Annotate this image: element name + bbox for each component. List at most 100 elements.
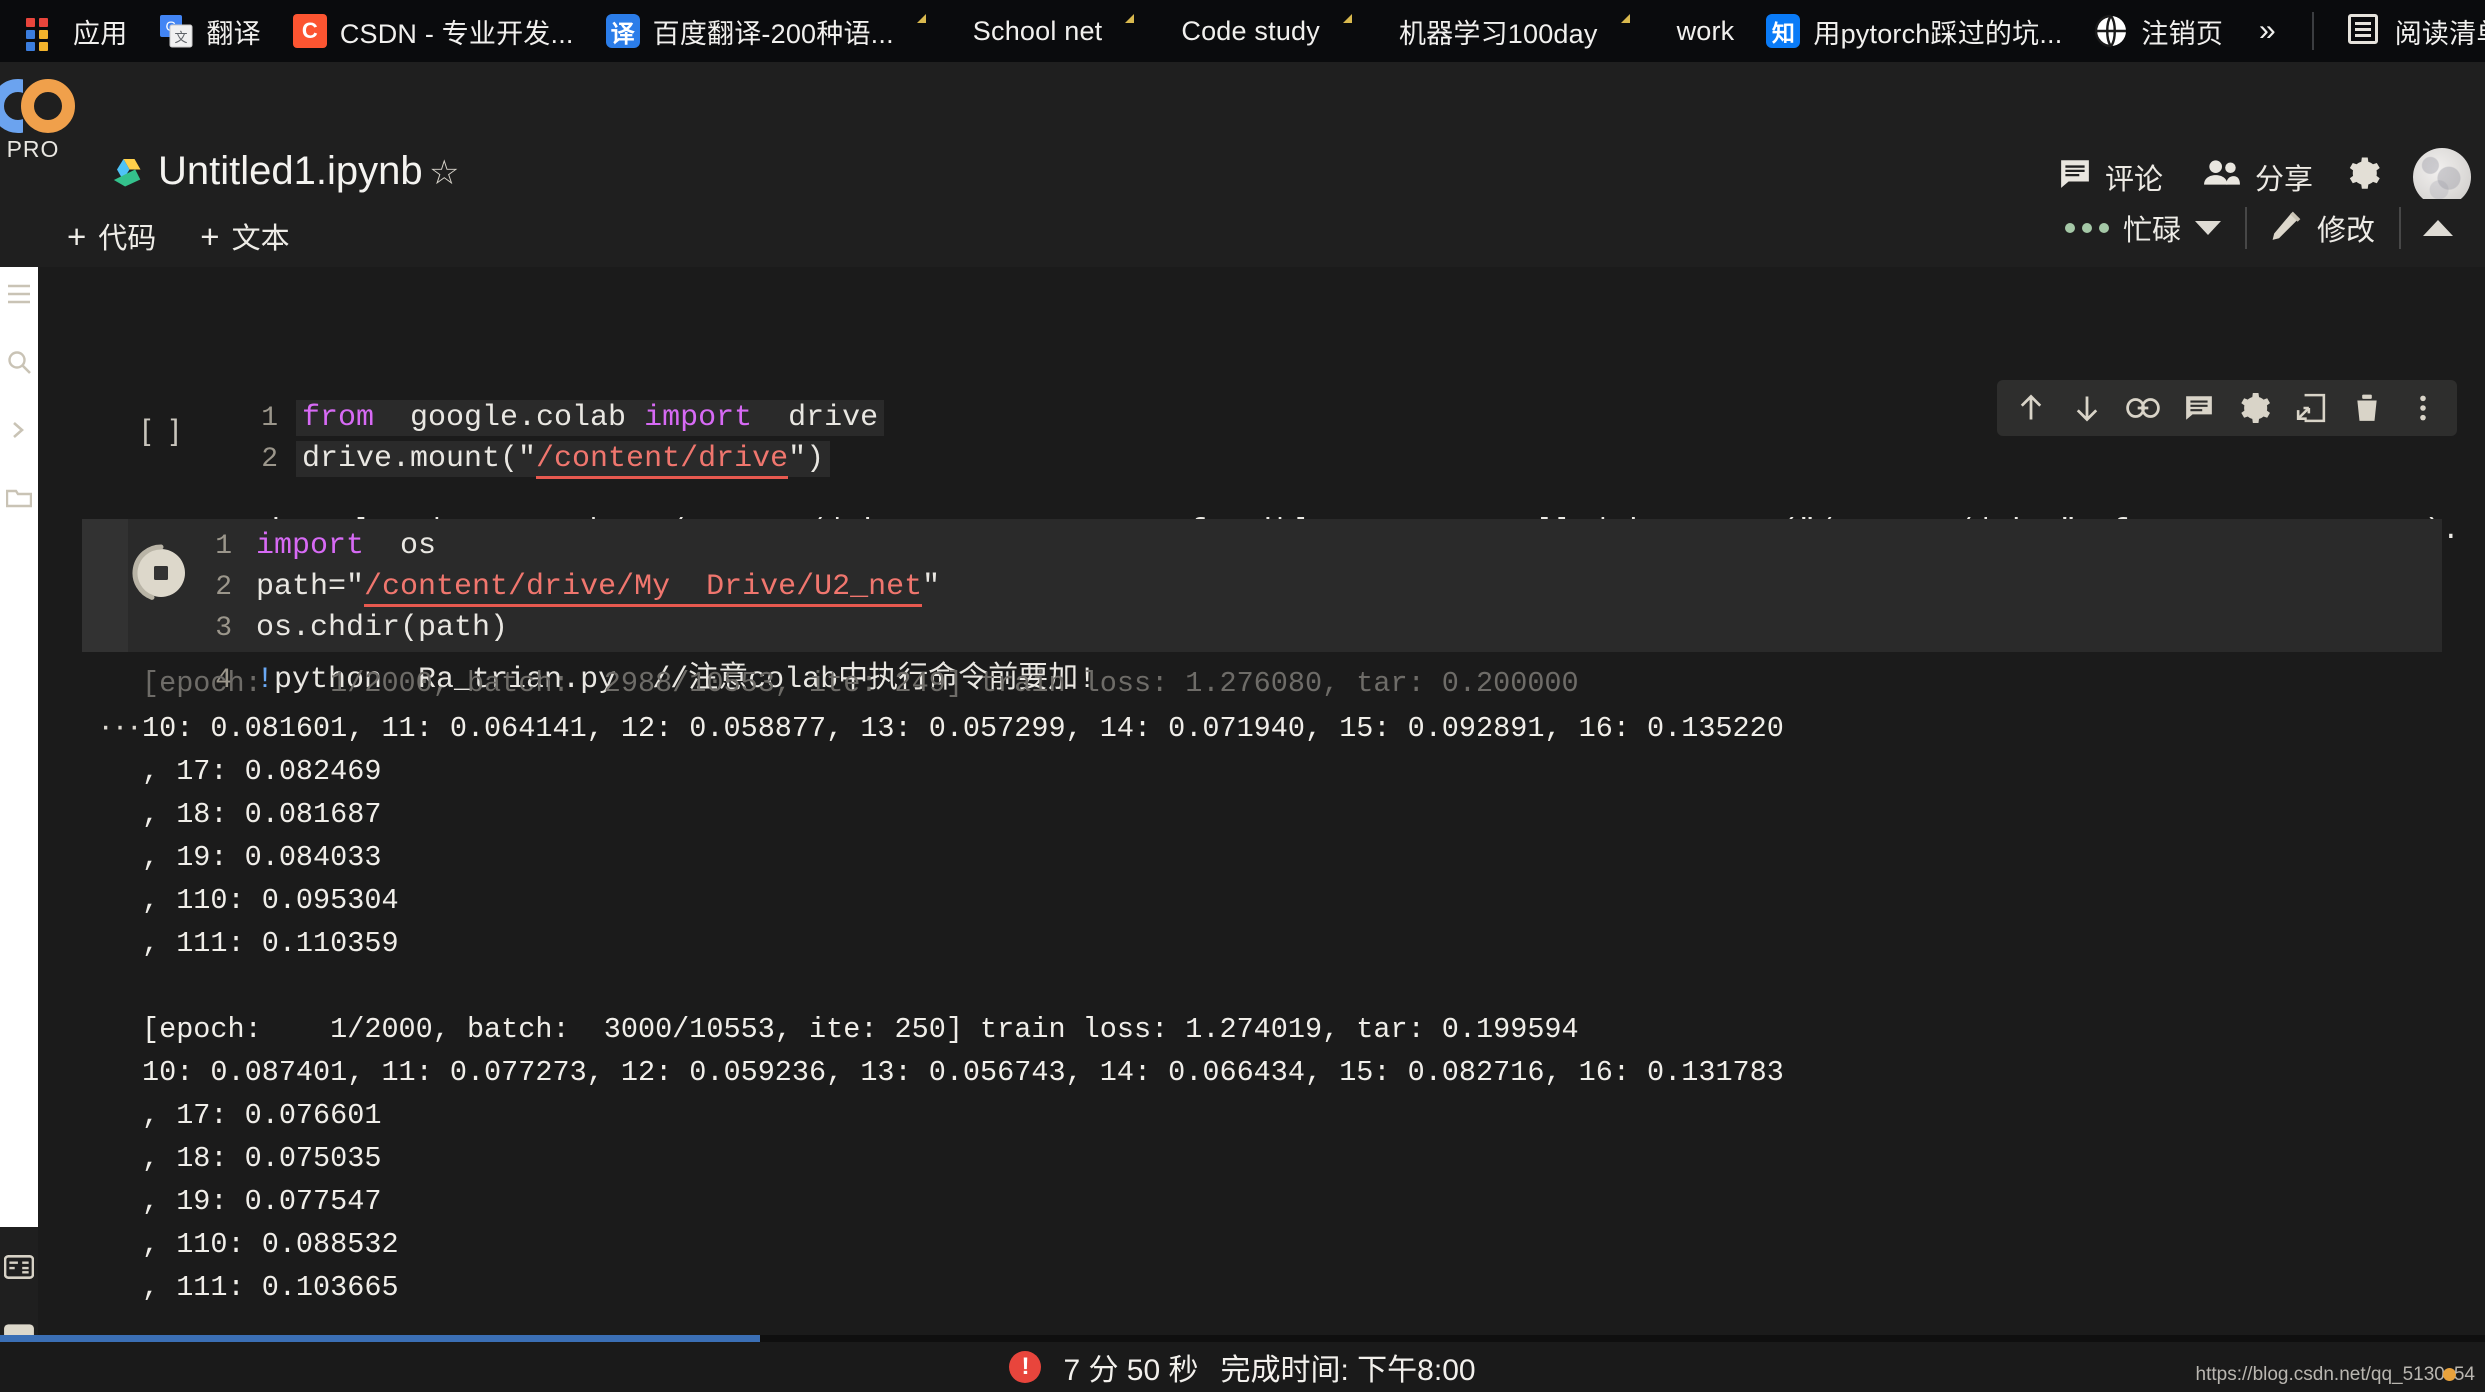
status-url-left: https://blog.csdn.net/qq_5130 [2195,1364,2445,1385]
line-number: 2 [215,572,232,603]
add-code-cell-button[interactable]: + 代码 [55,209,168,263]
line-number: 1 [215,531,232,562]
colab-pro-logo[interactable]: PRO [0,76,78,176]
line-number: 1 [261,403,278,434]
collapse-toolbar-button[interactable] [2401,220,2475,236]
code-line: 3 os.chdir(path) [186,610,1102,651]
share-button[interactable]: 分享 [2183,148,2333,206]
bookmark-label: School net [972,15,1103,46]
bookmark-ml100day[interactable]: 机器学习100day [1336,5,1614,57]
bookmark-csdn[interactable]: C CSDN - 专业开发... [277,5,590,57]
code-token: os [382,529,437,563]
colab-toolbar: + 代码 + 文本 忙碌 修改 [0,199,2485,267]
log-line: , 110: 0.095304 [142,884,399,917]
reading-list-icon [2347,14,2382,48]
finish-time: 完成时间: 下午8:00 [1220,1354,1476,1387]
edit-button[interactable]: 修改 [2247,207,2399,249]
add-cell-buttons: + 代码 + 文本 [55,209,302,263]
settings-button[interactable] [2333,148,2395,206]
cell-2-output-log: 10: 0.081601, 11: 0.064141, 12: 0.058877… [142,707,2482,1347]
cell-1-source[interactable]: 1 from google.colab import drive 2 drive… [232,392,885,490]
add-code-label: 代码 [98,223,157,255]
star-icon[interactable]: ☆ [429,156,459,190]
code-token: drive.mount(" [302,442,537,476]
log-line: 10: 0.081601, 11: 0.064141, 12: 0.058877… [142,712,1784,745]
add-text-cell-button[interactable]: + 文本 [188,209,301,263]
delete-icon[interactable] [2339,380,2395,436]
move-down-icon[interactable] [2059,380,2115,436]
google-drive-icon[interactable] [112,158,146,188]
move-up-icon[interactable] [2003,380,2059,436]
more-vert-icon[interactable] [2395,380,2451,436]
avatar[interactable] [2413,148,2471,206]
browser-bookmark-bar: 应用 G 文 翻译 C CSDN - 专业开发... 译 百度翻译-200种语.… [0,0,2485,62]
log-line: , 19: 0.084033 [142,841,382,874]
search-icon[interactable] [0,349,38,375]
log-line: , 19: 0.077547 [142,1185,382,1218]
files-folder-icon[interactable] [0,485,38,511]
stop-execution-button[interactable] [132,544,190,602]
chevron-down-icon[interactable] [2194,221,2221,235]
folder-icon [1630,14,1664,48]
comment-icon[interactable] [2171,380,2227,436]
code-line: 1 import os [186,528,1102,569]
notebook-title[interactable]: Untitled1.ipynb [158,149,423,194]
code-cell-2[interactable]: 1 import os 2 path="/content/drive/My Dr… [82,519,2442,697]
bookmark-work[interactable]: work [1614,5,1751,57]
elapsed-time: 7 分 50 秒 [1063,1354,1199,1387]
comment-button[interactable]: 评论 [2039,148,2183,206]
status-group: ! 7 分 50 秒 完成时间: 下午8:00 [1009,1345,1476,1389]
reading-list-label: 阅读清单 [2394,18,2485,49]
bookmark-label: 百度翻译-200种语... [652,18,894,49]
reading-list-button[interactable]: 阅读清单 [2332,5,2485,57]
svg-text:文: 文 [175,30,188,45]
code-token: drive [770,401,879,435]
bookmark-apps[interactable]: 应用 [10,5,143,57]
keyword-token: import [644,401,771,435]
cell-run-indicator[interactable]: [ ] [142,414,185,448]
gear-icon [2347,156,2381,198]
code-token: " [922,570,941,604]
folder-icon [1352,14,1386,48]
colab-pro-badge: PRO [6,136,60,162]
code-line: 1 from google.colab import drive [232,400,885,441]
status-url: https://blog.csdn.net/qq_5130 54 [2196,1364,2475,1386]
bookmark-label: 注销页 [2141,18,2224,49]
log-line: , 111: 0.110359 [142,927,399,960]
bookmark-logout-page[interactable]: 注销页 [2078,5,2239,57]
code-snippets-icon[interactable] [0,417,38,443]
bookmark-overflow-button[interactable]: » [2239,14,2294,48]
notebook-scroll-area[interactable]: [ ] 1 from google.colab import drive 2 d… [38,267,2485,1392]
log-line: , 17: 0.082469 [142,755,382,788]
terminal-icon[interactable] [0,1255,38,1279]
string-token: /content/drive [536,442,789,479]
log-line: [epoch: 1/2000, batch: 3000/10553, ite: … [142,1013,1579,1046]
page-load-progress [0,1335,2485,1342]
keyword-token: from [302,401,393,435]
output-clipped-line: [epoch: 1/2000, batch: 2988/10553, ite: … [142,667,1579,700]
cell-action-toolbar [1997,380,2457,436]
bookmark-label: 翻译 [206,18,261,49]
menu-icon[interactable] [0,281,38,307]
bookmark-code-study[interactable]: Code study [1118,5,1336,57]
edit-label: 修改 [2316,215,2375,247]
line-number: 3 [215,613,232,644]
folder-icon [1134,14,1168,48]
log-line: , 18: 0.075035 [142,1142,382,1175]
code-text: os.chdir(path) [256,611,509,645]
colab-left-sidebar [0,267,38,1392]
error-exclamation-icon: ! [1009,1351,1042,1383]
bookmark-translate[interactable]: G 文 翻译 [143,5,276,57]
bookmark-school-net[interactable]: School net [910,5,1119,57]
output-more-icon[interactable]: ··· [100,709,143,743]
settings-icon[interactable] [2227,380,2283,436]
code-text: drive.mount("/content/drive") [296,441,831,479]
runtime-status-button[interactable]: 忙碌 [2041,207,2245,249]
link-icon[interactable] [2115,380,2171,436]
open-in-tab-icon[interactable] [2283,380,2339,436]
code-line: 2 drive.mount("/content/drive") [232,441,884,482]
execution-status-bar: ! 7 分 50 秒 完成时间: 下午8:00 https://blog.csd… [0,1342,2485,1392]
bookmark-baidu-translate[interactable]: 译 百度翻译-200种语... [590,5,910,57]
bookmark-zhihu-pytorch[interactable]: 知 用pytorch踩过的坑... [1750,5,2078,57]
code-text: from google.colab import drive [296,400,885,436]
